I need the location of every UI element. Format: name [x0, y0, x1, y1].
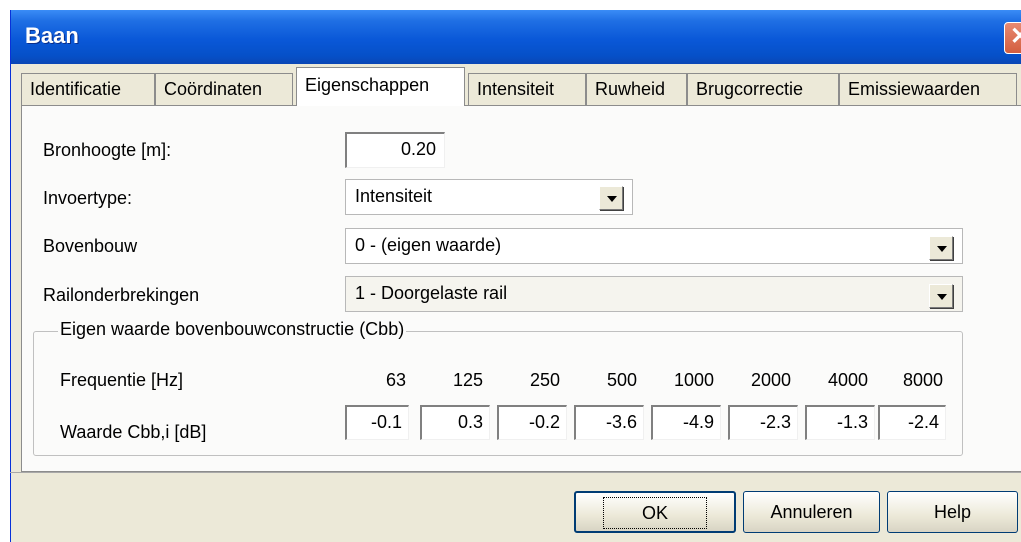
cbb-value-250[interactable]: -0.2: [497, 405, 567, 440]
bronhoogte-input[interactable]: 0.20: [345, 132, 445, 168]
freq-250: 250: [529, 370, 560, 390]
freq-63: 63: [385, 370, 406, 390]
ok-button-label: OK: [602, 497, 707, 529]
cbb-value-1000[interactable]: -4.9: [651, 405, 721, 440]
chevron-down-icon[interactable]: [929, 284, 953, 308]
tab-coordinaten[interactable]: Coördinaten: [155, 73, 293, 105]
tab-emissiewaarden[interactable]: Emissiewaarden: [839, 73, 1017, 105]
bovenbouw-label: Bovenbouw: [43, 236, 138, 256]
waarde-cbb-label: Waarde Cbb,i [dB]: [60, 422, 207, 442]
bronhoogte-label: Bronhoogte [m]:: [43, 140, 172, 160]
tab-identificatie[interactable]: Identificatie: [21, 73, 155, 105]
cbb-value-63[interactable]: -0.1: [345, 405, 409, 440]
bovenbouw-value: 0 - (eigen waarde): [355, 235, 502, 255]
tab-brugcorrectie[interactable]: Brugcorrectie: [687, 73, 839, 105]
cbb-value-2000[interactable]: -2.3: [728, 405, 798, 440]
tab-intensiteit[interactable]: Intensiteit: [468, 73, 586, 105]
cbb-value-8000[interactable]: -2.4: [878, 405, 946, 440]
ok-button[interactable]: OK: [574, 491, 736, 533]
freq-1000: 1000: [673, 370, 714, 390]
freq-125: 125: [452, 370, 483, 390]
chevron-down-icon[interactable]: [929, 236, 953, 260]
invoertype-label: Invoertype:: [43, 188, 133, 208]
cbb-value-500[interactable]: -3.6: [574, 405, 644, 440]
bovenbouw-select[interactable]: 0 - (eigen waarde): [345, 228, 963, 264]
cancel-button[interactable]: Annuleren: [743, 491, 880, 533]
invoertype-select[interactable]: Intensiteit: [345, 179, 633, 215]
frequentie-label: Frequentie [Hz]: [60, 370, 184, 390]
freq-8000: 8000: [902, 370, 943, 390]
footer-divider: [10, 472, 1021, 473]
railonderbrekingen-label: Railonderbrekingen: [43, 285, 200, 305]
cbb-group-title: Eigen waarde bovenbouwconstructie (Cbb): [58, 319, 407, 340]
window-title: Baan: [25, 23, 79, 48]
help-button[interactable]: Help: [887, 491, 1018, 533]
tab-eigenschappen[interactable]: Eigenschappen: [296, 67, 465, 106]
invoertype-value: Intensiteit: [355, 186, 433, 206]
title-bar[interactable]: Baan ✕: [11, 10, 1021, 64]
cbb-value-4000[interactable]: -1.3: [805, 405, 875, 440]
freq-500: 500: [606, 370, 637, 390]
freq-4000: 4000: [827, 370, 868, 390]
close-icon[interactable]: ✕: [1004, 22, 1021, 54]
cbb-value-125[interactable]: 0.3: [420, 405, 490, 440]
freq-2000: 2000: [750, 370, 791, 390]
tab-strip: Identificatie Coördinaten Eigenschappen …: [11, 67, 1021, 106]
railonderbrekingen-value: 1 - Doorgelaste rail: [355, 283, 508, 303]
railonderbrekingen-select[interactable]: 1 - Doorgelaste rail: [345, 276, 963, 312]
chevron-down-icon[interactable]: [599, 186, 623, 210]
tab-ruwheid[interactable]: Ruwheid: [586, 73, 687, 105]
